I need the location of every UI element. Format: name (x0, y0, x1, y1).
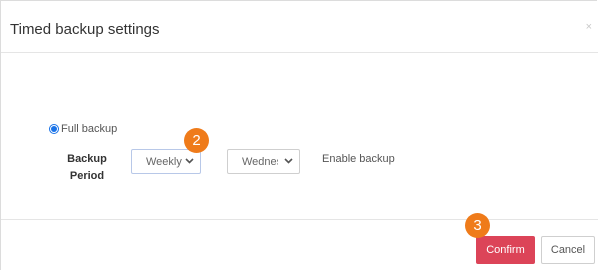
enable-backup-label[interactable]: Enable backup (322, 153, 395, 165)
radio-selected-icon[interactable] (49, 124, 59, 134)
chevron-down-icon (185, 158, 194, 164)
close-icon[interactable]: × (586, 21, 592, 33)
confirm-button[interactable]: Confirm (476, 236, 535, 264)
cancel-button[interactable]: Cancel (541, 236, 595, 264)
full-backup-label: Full backup (61, 123, 118, 135)
backup-period-label-line2: Period (69, 170, 105, 182)
day-select-value: Wednesday (242, 155, 278, 168)
step-marker-2: 2 (184, 128, 209, 153)
chevron-down-icon (284, 158, 293, 164)
dialog-footer: Confirm Cancel (1, 219, 598, 271)
day-select[interactable]: Wednesday (227, 149, 300, 174)
backup-period-label-line1: Backup (67, 153, 107, 165)
timed-backup-dialog: Timed backup settings × Full backup Back… (0, 0, 598, 271)
dialog-title: Timed backup settings (10, 21, 160, 38)
dialog-header: Timed backup settings × (1, 1, 598, 53)
frequency-select[interactable]: Weekly (131, 149, 201, 174)
full-backup-radio[interactable]: Full backup (49, 122, 117, 136)
step-marker-3: 3 (465, 213, 490, 238)
frequency-select-value: Weekly (146, 155, 182, 168)
backup-period-label: Backup Period (63, 151, 111, 185)
